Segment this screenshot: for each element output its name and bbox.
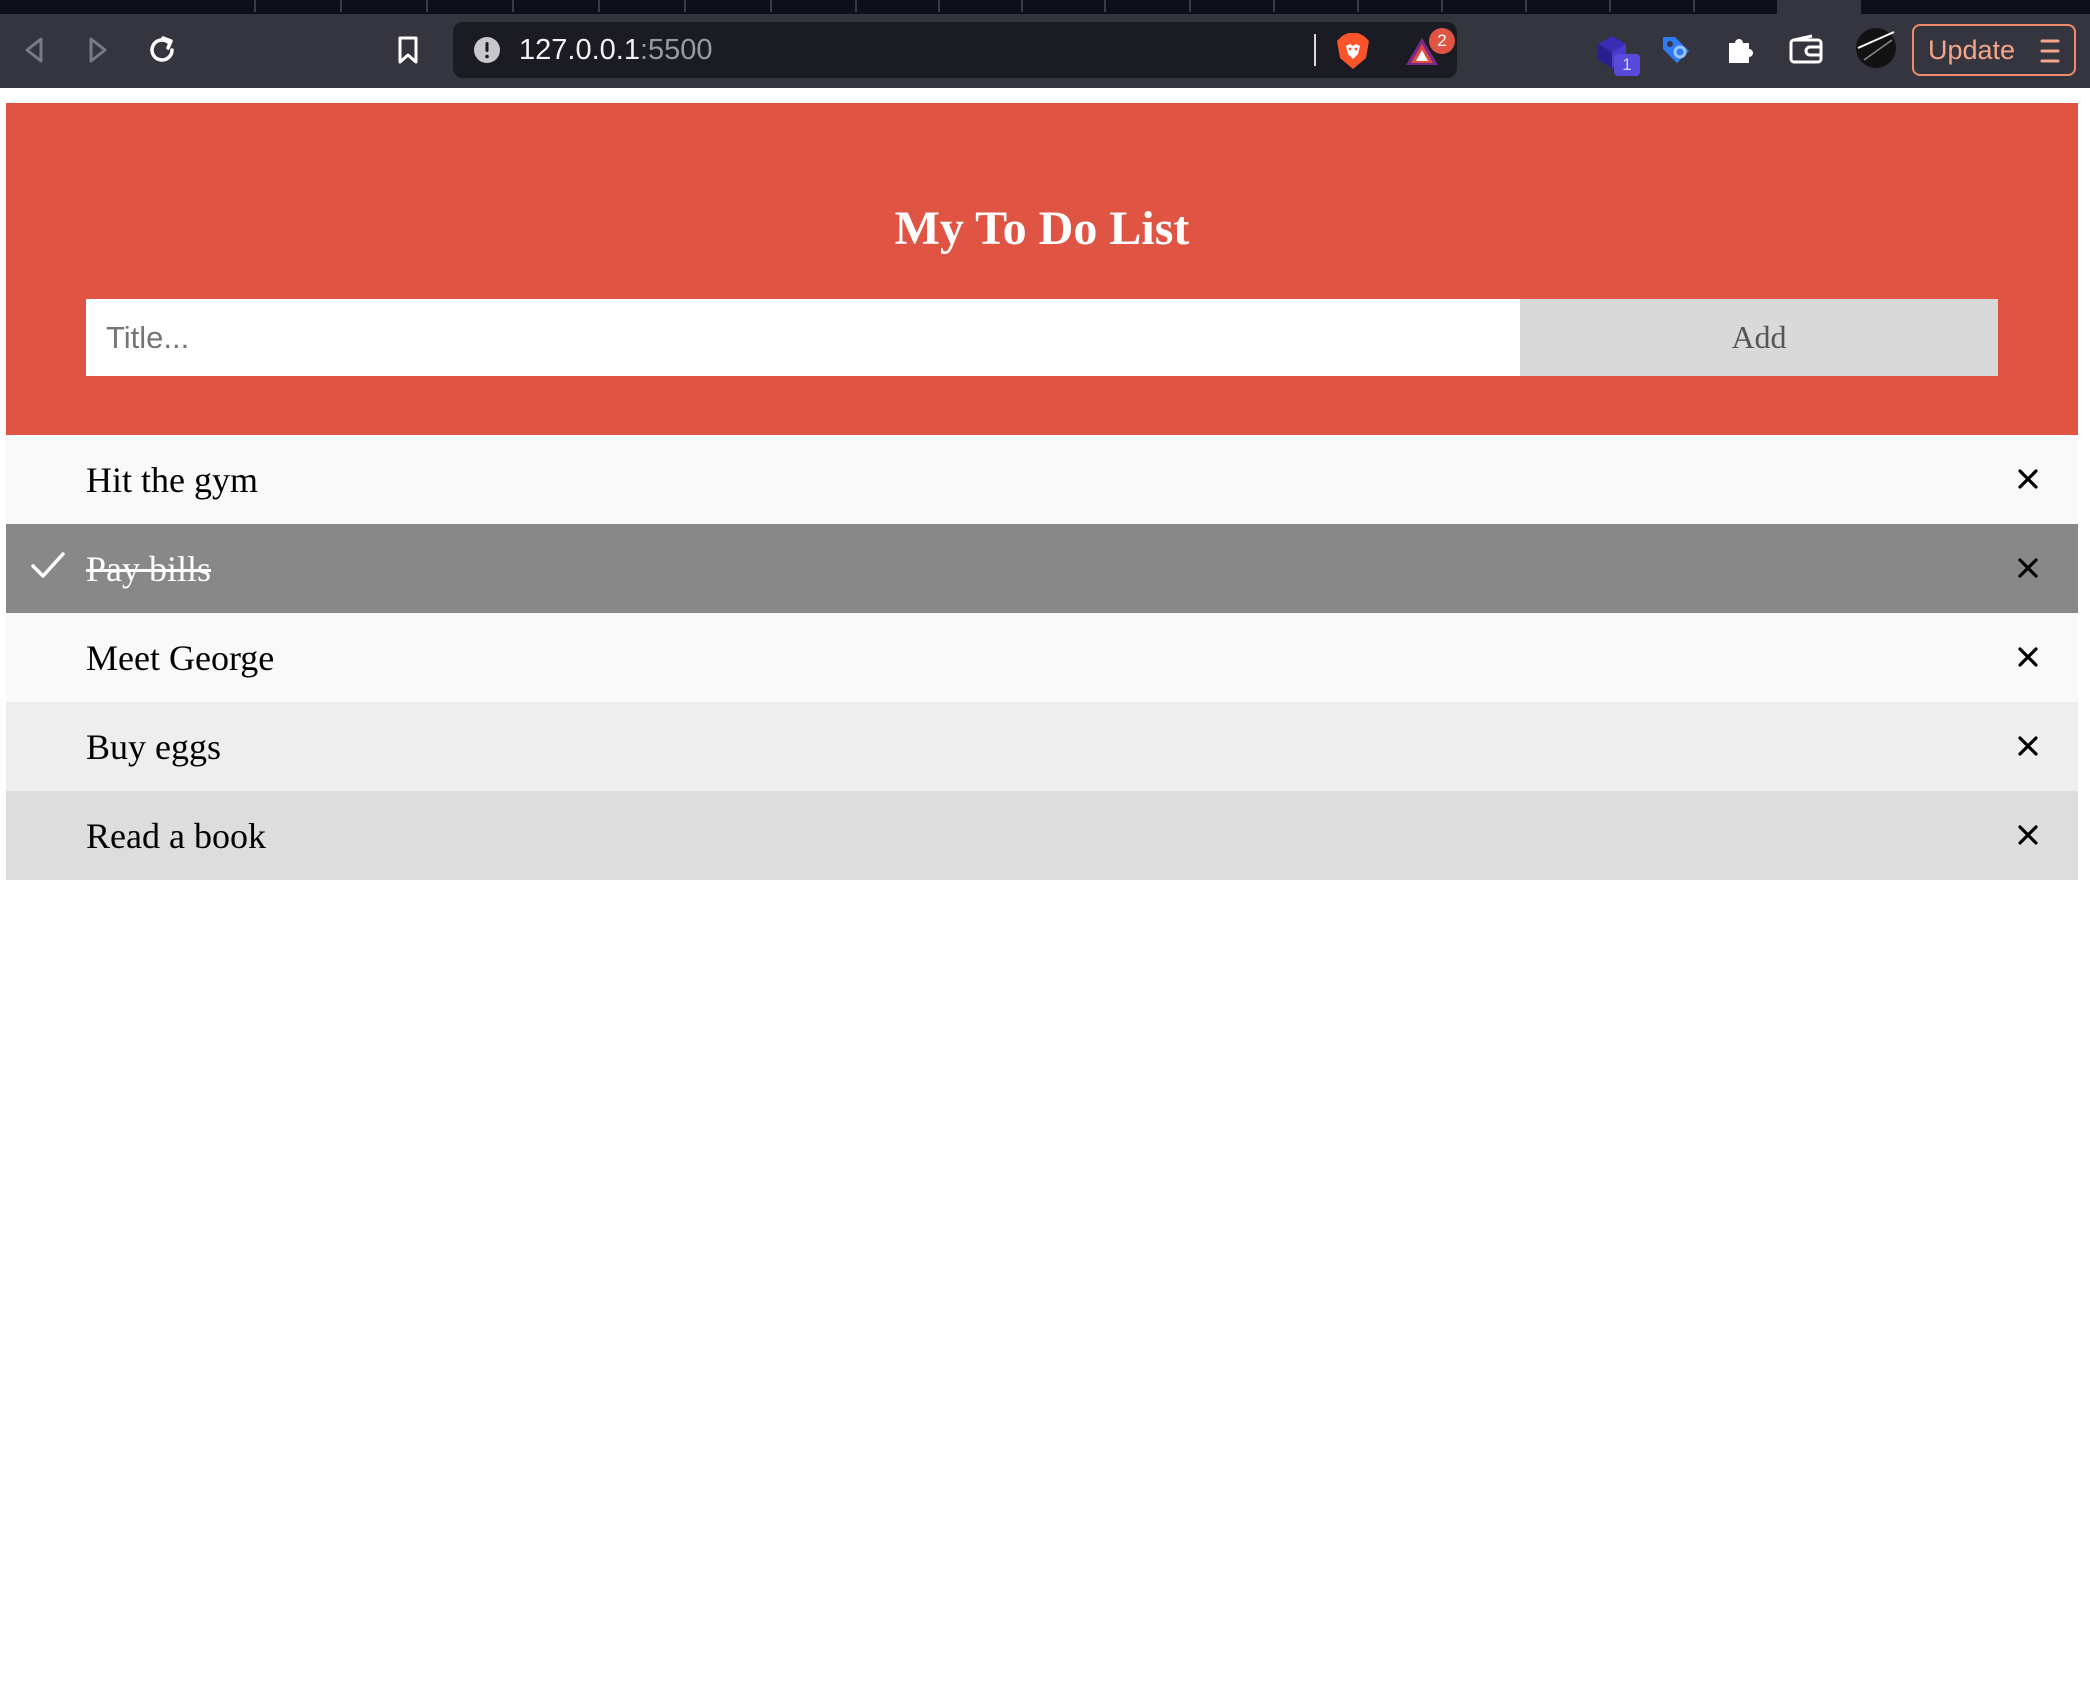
url-host: 127.0.0.1	[519, 34, 640, 66]
check-icon	[28, 546, 68, 595]
extension-badge: 1	[1614, 54, 1640, 76]
add-todo-form: Add	[86, 299, 1998, 376]
profile-avatar-icon[interactable]	[1854, 26, 1898, 70]
close-icon[interactable]	[2006, 813, 2050, 857]
tab-separator	[512, 0, 514, 12]
tab-separator	[1021, 0, 1023, 12]
tab-separator	[254, 0, 256, 12]
todo-text: Meet George	[86, 637, 275, 678]
tab-separator	[938, 0, 940, 12]
browser-toolbar: 127.0.0.1:5500 2 1 Update	[0, 14, 2090, 88]
tab-separator	[340, 0, 342, 12]
tab-separator	[426, 0, 428, 12]
todo-item[interactable]: Meet George	[6, 613, 2078, 702]
tab-separator	[1525, 0, 1527, 12]
page-title: My To Do List	[894, 202, 1190, 255]
todo-header: My To Do List Add	[6, 103, 2078, 435]
todo-text: Buy eggs	[86, 726, 221, 767]
close-icon[interactable]	[2006, 635, 2050, 679]
close-icon[interactable]	[2006, 546, 2050, 590]
todo-list: Hit the gym Pay bills Meet George Buy eg…	[6, 435, 2078, 880]
tab-strip	[0, 0, 2090, 14]
todo-item[interactable]: Pay bills	[6, 524, 2078, 613]
extensions-puzzle-icon[interactable]	[1718, 28, 1762, 72]
wallet-icon[interactable]	[1784, 28, 1828, 72]
tab-separator	[1693, 0, 1695, 12]
menu-icon	[2040, 38, 2060, 71]
bookmark-icon[interactable]	[386, 28, 430, 72]
tab-separator	[1273, 0, 1275, 12]
tab-separator	[1189, 0, 1191, 12]
close-icon[interactable]	[2006, 724, 2050, 768]
tab-separator	[1441, 0, 1443, 12]
tab-separator	[598, 0, 600, 12]
add-button[interactable]: Add	[1520, 299, 1998, 376]
tab-separator	[1357, 0, 1359, 12]
site-info-icon[interactable]	[473, 36, 501, 69]
tab-separator	[855, 0, 857, 12]
close-icon[interactable]	[2006, 457, 2050, 501]
todo-item[interactable]: Hit the gym	[6, 435, 2078, 524]
todo-text: Read a book	[86, 815, 266, 856]
brave-shields-icon[interactable]	[1336, 32, 1370, 75]
address-bar[interactable]: 127.0.0.1:5500 2	[453, 22, 1457, 78]
todo-item[interactable]: Read a book	[6, 791, 2078, 880]
tab-separator	[1609, 0, 1611, 12]
todo-item[interactable]: Buy eggs	[6, 702, 2078, 791]
tab-separator	[1104, 0, 1106, 12]
tab-separator	[684, 0, 686, 12]
todo-text: Pay bills	[86, 548, 212, 589]
update-button[interactable]: Update	[1912, 24, 2076, 76]
title-input[interactable]	[86, 299, 1520, 376]
todo-app: My To Do List Add Hit the gym Pay bills …	[6, 103, 2078, 880]
todo-text: Hit the gym	[86, 459, 258, 500]
active-tab[interactable]	[1777, 0, 1861, 14]
url-port: :5500	[639, 34, 713, 66]
reload-icon[interactable]	[140, 28, 184, 72]
update-label: Update	[1928, 34, 2016, 65]
forward-icon[interactable]	[76, 28, 120, 72]
back-icon[interactable]	[12, 28, 56, 72]
url-divider	[1314, 34, 1316, 66]
url-text[interactable]: 127.0.0.1:5500	[519, 22, 713, 78]
tab-separator	[770, 0, 772, 12]
rewards-badge: 2	[1429, 28, 1455, 54]
tag-extension-icon[interactable]	[1654, 28, 1698, 72]
